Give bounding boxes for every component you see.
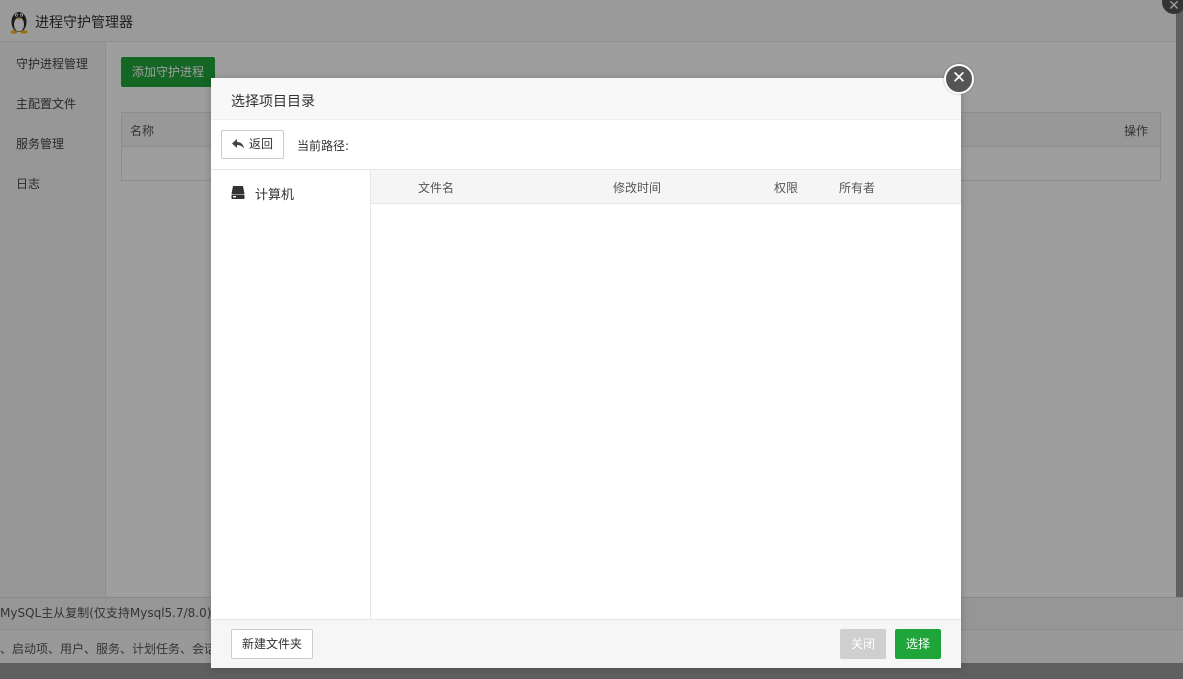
directory-tree: 计算机 xyxy=(211,170,371,619)
tree-item-computer-label: 计算机 xyxy=(255,188,295,203)
current-path-label: 当前路径: xyxy=(297,139,350,153)
dialog-toolbar: 返回 当前路径: xyxy=(211,120,961,170)
column-header-owner[interactable]: 所有者 xyxy=(839,179,875,196)
back-button-label: 返回 xyxy=(249,137,274,151)
hard-drive-icon xyxy=(231,186,245,199)
dialog-title: 选择项目目录 xyxy=(231,94,315,110)
dialog-header: 选择项目目录 xyxy=(211,78,961,120)
new-folder-button[interactable]: 新建文件夹 xyxy=(231,629,313,659)
screen: MySQL主从复制(仅支持Mysql5.7/8.0)> 、启动项、用户、服务、计… xyxy=(0,0,1183,679)
back-button[interactable]: 返回 xyxy=(221,130,284,159)
column-header-modified-time[interactable]: 修改时间 xyxy=(613,179,661,196)
close-icon[interactable]: ✕ xyxy=(944,64,974,94)
close-button[interactable]: 关闭 xyxy=(840,629,886,659)
column-header-filename[interactable]: 文件名 xyxy=(418,179,454,196)
file-list-panel: 文件名 修改时间 权限 所有者 xyxy=(371,170,961,619)
back-arrow-icon xyxy=(232,139,244,149)
select-button[interactable]: 选择 xyxy=(895,629,941,659)
file-table-header: 文件名 修改时间 权限 所有者 xyxy=(371,170,961,204)
select-directory-dialog: 选择项目目录 ✕ 返回 当前路径: 计算机 文件名 修改时间 权限 所有者 新建… xyxy=(211,64,974,668)
dialog-footer: 新建文件夹 关闭 选择 xyxy=(211,619,961,668)
column-header-permission[interactable]: 权限 xyxy=(774,179,798,196)
